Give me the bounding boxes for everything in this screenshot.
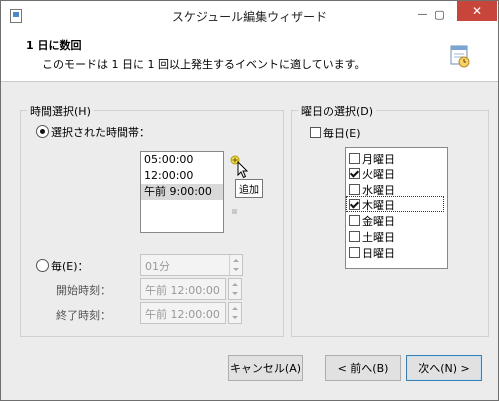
end-time-value: 午前 12:00:00 <box>145 308 220 321</box>
start-time-spin-arrows <box>229 279 241 299</box>
end-time-spin[interactable] <box>228 302 242 324</box>
day-checklist[interactable]: 月曜日 火曜日 水曜日 木曜日 金曜日 土曜日 日曜日 <box>345 147 448 269</box>
start-time-value: 午前 12:00:00 <box>145 284 220 297</box>
day-row-tuesday[interactable]: 火曜日 <box>346 165 444 181</box>
mouse-cursor-icon <box>237 161 249 179</box>
cancel-button[interactable]: キャンセル(A) <box>228 355 303 381</box>
maximize-button[interactable]: ▢ <box>426 4 453 24</box>
start-time-field[interactable]: 午前 12:00:00 <box>140 278 226 300</box>
end-time-spin-arrows <box>229 303 241 323</box>
end-time-field[interactable]: 午前 12:00:00 <box>140 302 226 324</box>
title-bar: スケジュール編集ウィザード — ▢ ✕ <box>1 1 498 31</box>
list-item[interactable]: 05:00:00 <box>141 152 223 168</box>
wednesday-checkbox[interactable] <box>349 184 360 195</box>
sunday-checkbox[interactable] <box>349 247 360 258</box>
next-button[interactable]: 次へ(N) > <box>406 355 482 381</box>
back-button[interactable]: < 前へ(B) <box>325 355 401 381</box>
day-row-thursday[interactable]: 木曜日 <box>346 196 444 212</box>
day-row-monday[interactable]: 月曜日 <box>346 150 444 166</box>
start-time-spin[interactable] <box>228 278 242 300</box>
monday-checkbox[interactable] <box>349 153 360 164</box>
saturday-label: 土曜日 <box>362 231 395 244</box>
wizard-header: 1 日に数回 このモードは 1 日に 1 回以上発生するイベントに適しています。 <box>1 31 498 82</box>
interval-value: 01分 <box>145 260 170 273</box>
calendar-clock-icon <box>450 45 470 68</box>
day-row-sunday[interactable]: 日曜日 <box>346 244 444 260</box>
every-day-checkbox[interactable] <box>310 127 321 138</box>
time-list-scrollbar-stub <box>232 209 237 214</box>
start-time-label: 開始時刻： <box>56 284 111 297</box>
friday-label: 金曜日 <box>362 215 395 228</box>
interval-spin[interactable] <box>229 255 242 275</box>
wizard-window: スケジュール編集ウィザード — ▢ ✕ 1 日に数回 このモードは 1 日に 1… <box>0 0 499 401</box>
day-selection-legend: 曜日の選択(D) <box>298 103 377 119</box>
every-interval-radio[interactable] <box>36 259 49 272</box>
day-row-saturday[interactable]: 土曜日 <box>346 228 444 244</box>
close-button[interactable]: ✕ <box>457 1 497 21</box>
tuesday-label: 火曜日 <box>362 168 395 181</box>
sunday-label: 日曜日 <box>362 247 395 260</box>
thursday-label: 木曜日 <box>362 199 395 212</box>
tuesday-checkbox[interactable] <box>349 168 360 179</box>
maximize-icon: ▢ <box>434 7 445 21</box>
page-description: このモードは 1 日に 1 回以上発生するイベントに適しています。 <box>42 58 366 71</box>
interval-stepper[interactable]: 01分 <box>140 254 243 276</box>
selected-times-label: 選択された時間帯： <box>51 126 150 139</box>
friday-checkbox[interactable] <box>349 215 360 226</box>
list-item[interactable]: 12:00:00 <box>141 168 223 184</box>
add-tooltip: 追加 <box>235 179 263 198</box>
selected-times-radio[interactable] <box>36 125 49 138</box>
saturday-checkbox[interactable] <box>349 231 360 242</box>
every-interval-label: 毎(E)： <box>51 260 89 273</box>
day-row-friday[interactable]: 金曜日 <box>346 212 444 228</box>
list-item[interactable]: 午前 9:00:00 <box>141 184 223 200</box>
end-time-label: 終了時刻： <box>56 309 111 322</box>
thursday-checkbox[interactable] <box>349 199 360 210</box>
page-title: 1 日に数回 <box>26 39 82 52</box>
time-selection-legend: 時間選択(H) <box>27 103 94 119</box>
time-list[interactable]: 05:00:00 12:00:00 午前 9:00:00 <box>140 151 224 233</box>
close-icon: ✕ <box>471 4 483 18</box>
day-row-wednesday[interactable]: 水曜日 <box>346 181 444 197</box>
every-day-label: 毎日(E) <box>323 127 361 140</box>
